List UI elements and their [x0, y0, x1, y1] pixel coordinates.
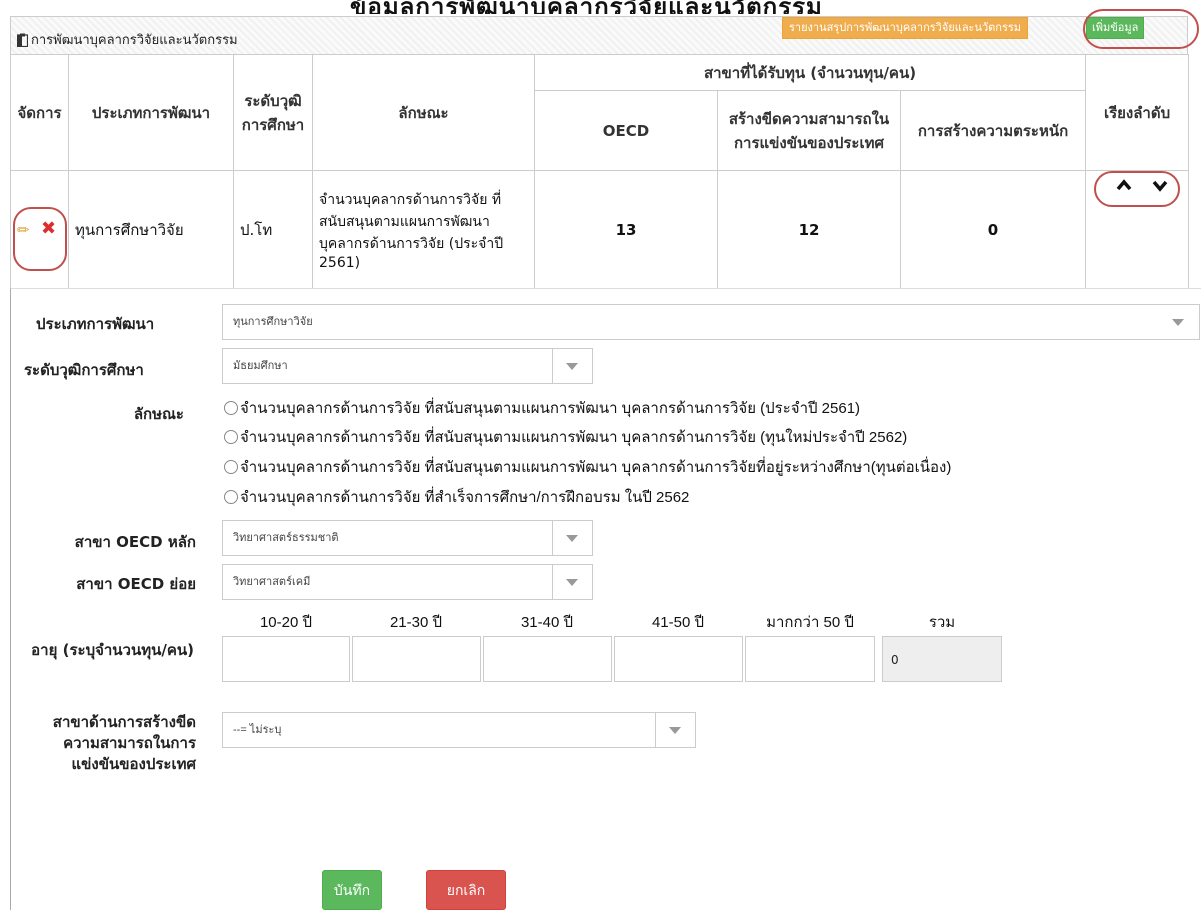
cell-competitiveness: 12 [717, 170, 901, 289]
chevron-down-icon [552, 521, 592, 555]
age-label: อายุ (ระบุจำนวนทุน/คน) [31, 641, 194, 659]
character-option-label: จำนวนบุคลากรด้านการวิจัย ที่สำเร็จการศึก… [240, 489, 690, 506]
age-31-40-input[interactable] [483, 636, 612, 682]
panel-title: การพัฒนาบุคลากรวิจัยและนวัตกรรม [16, 29, 238, 50]
col-header-competitiveness: สร้างขีดความสามารถในการแข่งขันของประเทศ [717, 90, 901, 171]
chevron-down-icon [655, 713, 695, 747]
character-option-label: จำนวนบุคลากรด้านการวิจัย ที่สนับสนุนตามแ… [240, 429, 908, 446]
col-header-dev-type: ประเภทการพัฒนา [68, 54, 234, 171]
age-header-2: 21-30 ปี [389, 614, 443, 631]
report-summary-button[interactable]: รายงานสรุปการพัฒนาบุคลากรวิจัยและนวัตกรร… [782, 17, 1029, 39]
annotation-circle-manage [13, 207, 67, 271]
data-table: จัดการ ประเภทการพัฒนา ระดับวุฒิการศึกษา … [10, 54, 1190, 289]
pencil-icon[interactable]: ✏ [17, 221, 30, 239]
x-icon[interactable]: ✖ [41, 218, 56, 239]
panel-header: การพัฒนาบุคลากรวิจัยและนวัตกรรม รายงานสร… [10, 9, 1199, 54]
chevron-up-icon[interactable] [1116, 175, 1132, 196]
age-header-3: 31-40 ปี [520, 614, 574, 631]
col-header-manage: จัดการ [10, 54, 69, 171]
edu-level-select[interactable]: มัธยมศึกษา [222, 348, 593, 384]
edu-level-value: มัธยมศึกษา [233, 360, 288, 372]
character-option-4[interactable]: จำนวนบุคลากรด้านการวิจัย ที่สำเร็จการศึก… [224, 485, 689, 509]
edit-form [10, 288, 1201, 910]
oecd-sub-value: วิทยาศาสตร์เคมี [233, 576, 311, 588]
chevron-down-icon [552, 565, 592, 599]
col-header-awareness: การสร้างความตระหนัก [899, 90, 1087, 171]
age-header-5: มากกว่า 50 ปี [766, 614, 854, 631]
dev-type-value: ทุนการศึกษาวิจัย [233, 316, 313, 328]
radio-icon[interactable] [224, 401, 238, 415]
sort-cell [1085, 170, 1190, 289]
character-option-label: จำนวนบุคลากรด้านการวิจัย ที่สนับสนุนตามแ… [240, 400, 861, 417]
age-header-total: รวม [928, 614, 956, 631]
age-41-50-input[interactable] [614, 636, 743, 682]
cell-awareness: 0 [899, 170, 1087, 289]
character-label: ลักษณะ [133, 405, 184, 423]
oecd-main-value: วิทยาศาสตร์ธรรมชาติ [233, 532, 339, 544]
edu-level-label: ระดับวุฒิการศึกษา [24, 361, 144, 379]
radio-icon[interactable] [224, 490, 238, 504]
age-21-30-input[interactable] [352, 636, 481, 682]
col-header-character: ลักษณะ [312, 54, 535, 171]
radio-icon[interactable] [224, 460, 238, 474]
oecd-main-label: สาขา OECD หลัก [74, 533, 196, 551]
col-header-order: เรียงลำดับ [1085, 54, 1190, 171]
dev-type-select[interactable]: ทุนการศึกษาวิจัย [222, 304, 1200, 340]
col-header-branch-group: สาขาที่ได้รับทุน (จำนวนทุน/คน) [533, 54, 1087, 91]
clipboard-icon [16, 33, 29, 47]
cell-dev-type: ทุนการศึกษาวิจัย [68, 170, 234, 289]
radio-icon[interactable] [224, 430, 238, 444]
table-row: ✏ ✖ ทุนการศึกษาวิจัย ป.โท จำนวนบุคลากรด้… [10, 170, 1190, 289]
age-header-1: 10-20 ปี [259, 614, 313, 631]
cancel-button[interactable]: ยกเลิก [426, 870, 506, 910]
character-option-1[interactable]: จำนวนบุคลากรด้านการวิจัย ที่สนับสนุนตามแ… [224, 396, 860, 420]
col-header-oecd: OECD [534, 90, 718, 171]
cell-oecd: 13 [534, 170, 718, 289]
age-10-20-input[interactable] [222, 636, 350, 682]
dev-type-label: ประเภทการพัฒนา [36, 315, 155, 333]
page-title-top: ข้อมูลการพัฒนาบุคลากรวิจัยและนวัตกรรม [350, 0, 823, 14]
chevron-down-icon [552, 349, 592, 383]
cell-character: จำนวนบุคลากรด้านการวิจัย ที่สนับสนุนตามแ… [312, 170, 535, 289]
cell-edu-level: ป.โท [233, 170, 313, 289]
age-over-50-input[interactable] [745, 636, 875, 682]
character-option-2[interactable]: จำนวนบุคลากรด้านการวิจัย ที่สนับสนุนตามแ… [224, 425, 907, 449]
chevron-down-icon [1159, 305, 1199, 339]
col-header-edu-level: ระดับวุฒิการศึกษา [233, 54, 313, 171]
oecd-sub-select[interactable]: วิทยาศาสตร์เคมี [222, 564, 593, 600]
chevron-down-icon[interactable] [1152, 177, 1168, 196]
age-total-field: 0 [882, 636, 1002, 682]
age-header-4: 41-50 ปี [651, 614, 705, 631]
oecd-sub-label: สาขา OECD ย่อย [76, 575, 196, 593]
page-title-cropped: ข้อมูลการพัฒนาบุคลากรวิจัยและนวัตกรรม [0, 0, 1201, 14]
competitiveness-label: สาขาด้านการสร้างขีดความสามารถในการแข่งขั… [52, 713, 196, 773]
oecd-main-select[interactable]: วิทยาศาสตร์ธรรมชาติ [222, 520, 593, 556]
manage-cell: ✏ ✖ [10, 170, 69, 289]
competitiveness-select[interactable]: --= ไม่ระบุ [222, 712, 696, 748]
competitiveness-value: --= ไม่ระบุ [233, 724, 282, 736]
add-data-button[interactable]: เพิ่มข้อมูล [1086, 17, 1145, 39]
save-button[interactable]: บันทึก [322, 870, 382, 910]
character-option-label: จำนวนบุคลากรด้านการวิจัย ที่สนับสนุนตามแ… [240, 459, 952, 476]
panel-title-text: การพัฒนาบุคลากรวิจัยและนวัตกรรม [31, 32, 238, 47]
character-option-3[interactable]: จำนวนบุคลากรด้านการวิจัย ที่สนับสนุนตามแ… [224, 455, 951, 479]
